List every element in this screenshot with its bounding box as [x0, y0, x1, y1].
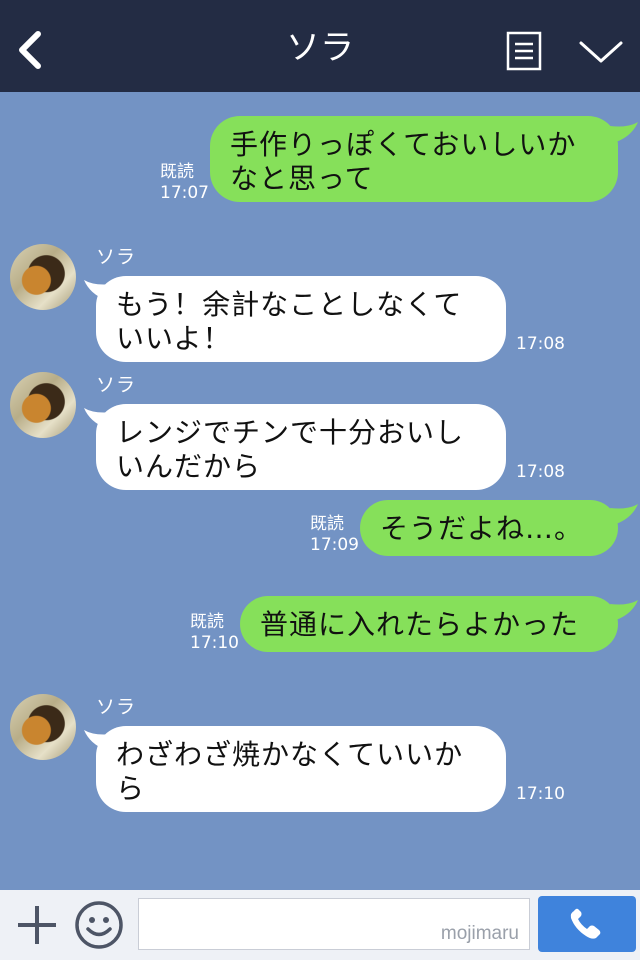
composer-bar: mojimaru: [0, 890, 640, 960]
read-label: 既読: [190, 612, 224, 632]
sender-name: ソラ: [96, 246, 137, 268]
read-receipt: 既読 17:10: [190, 612, 239, 654]
message-line: いんだから: [116, 450, 262, 483]
message-line: そうだよね…。: [380, 512, 584, 545]
chat-header: ソラ: [0, 0, 640, 92]
chat-area[interactable]: 既読 17:07 手作りっぽくておいしいか なと思って ソラ もう！余計なことし…: [0, 92, 640, 890]
message-time: 17:07: [160, 183, 209, 203]
message-line: なと思って: [230, 162, 374, 195]
bubble-tail: [610, 600, 638, 620]
call-button[interactable]: [538, 896, 636, 952]
avatar[interactable]: [10, 694, 76, 760]
message-line: もう！余計なことしなくて: [116, 288, 463, 321]
sender-name: ソラ: [96, 374, 137, 396]
read-receipt: 既読 17:09: [310, 514, 359, 556]
sender-name: ソラ: [96, 696, 137, 718]
outgoing-message[interactable]: 手作りっぽくておいしいか なと思って: [210, 116, 618, 202]
chat-title: ソラ: [286, 28, 354, 68]
read-label: 既読: [160, 162, 194, 182]
message-line: ら: [116, 772, 146, 805]
avatar[interactable]: [10, 244, 76, 310]
avatar[interactable]: [10, 372, 76, 438]
message-line: レンジでチンで十分おいし: [116, 416, 465, 449]
message-time: 17:10: [190, 633, 239, 653]
incoming-message[interactable]: レンジでチンで十分おいし いんだから: [96, 404, 506, 490]
plus-icon[interactable]: [16, 904, 58, 946]
message-line: 手作りっぽくておいしいか: [230, 128, 577, 161]
outgoing-message[interactable]: 普通に入れたらよかった: [240, 596, 618, 652]
message-line: 普通に入れたらよかった: [260, 608, 580, 641]
bubble-tail: [610, 122, 638, 142]
menu-icon[interactable]: [506, 31, 542, 71]
incoming-message[interactable]: わざわざ焼かなくていいか ら: [96, 726, 506, 812]
watermark: mojimaru: [440, 923, 519, 944]
message-time: 17:08: [516, 334, 565, 354]
read-receipt: 既読 17:07: [160, 162, 209, 204]
message-line: わざわざ焼かなくていいか: [116, 738, 464, 771]
read-label: 既読: [310, 514, 344, 534]
phone-icon: [570, 908, 601, 939]
message-time: 17:08: [516, 462, 565, 482]
bubble-tail: [610, 504, 638, 524]
message-line: いいよ！: [116, 322, 232, 355]
message-time: 17:10: [516, 784, 565, 804]
outgoing-message[interactable]: そうだよね…。: [360, 500, 618, 556]
incoming-message[interactable]: もう！余計なことしなくて いいよ！: [96, 276, 506, 362]
message-time: 17:09: [310, 535, 359, 555]
chevron-down-icon[interactable]: [578, 38, 624, 66]
smile-icon[interactable]: [74, 900, 124, 950]
message-input[interactable]: mojimaru: [138, 898, 530, 950]
